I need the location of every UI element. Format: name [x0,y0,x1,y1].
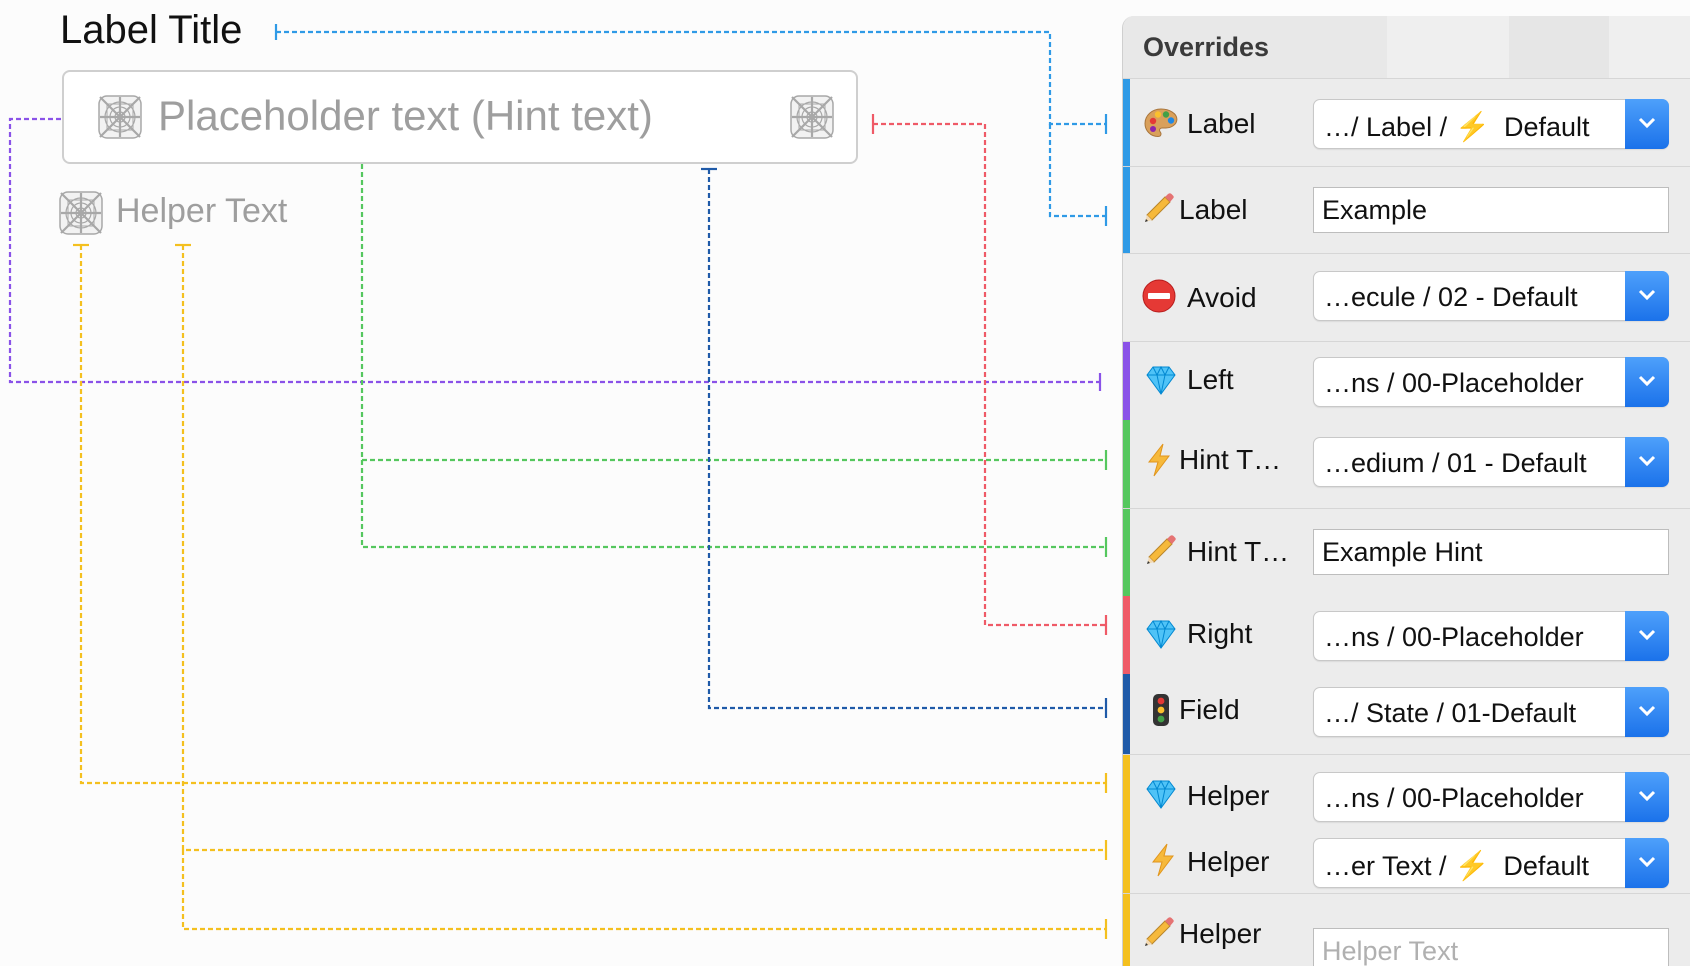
row-label: Hint T… [1179,444,1282,475]
pencil-icon [1141,190,1177,226]
connector-right-icon [873,122,1106,627]
bolt-icon: ⚡ [1454,850,1490,881]
overrides-panel: Overrides Label …/ Label / ⚡ Default Lab… [1122,16,1690,966]
helper-style-select[interactable]: …er Text / ⚡ Default [1313,838,1669,888]
label-style-select[interactable]: …/ Label / ⚡ Default [1313,99,1669,149]
avoid-select[interactable]: …ecule / 02 - Default [1313,271,1669,321]
chevron-down-icon[interactable] [1625,838,1669,888]
select-value: …ecule / 02 - Default [1324,282,1578,312]
chevron-down-icon[interactable] [1625,99,1669,149]
left-placeholder-icon [98,95,142,139]
label-title: Label Title [60,8,243,52]
connector-field-state [707,169,1106,710]
bolt-icon [1141,442,1177,478]
override-row-hint-text: Hint T… [1123,508,1690,596]
helper-icon-select[interactable]: …ns / 00-Placeholder [1313,772,1669,822]
gem-icon [1143,362,1179,398]
left-icon-select[interactable]: …ns / 00-Placeholder [1313,357,1669,407]
chevron-down-icon[interactable] [1625,611,1669,661]
text-field[interactable]: Placeholder text (Hint text) [62,70,858,164]
override-row-helper-style: Helper …er Text / ⚡ Default [1123,826,1690,893]
select-value: …ns / 00-Placeholder [1324,622,1584,652]
row-label: Field [1179,694,1240,725]
override-row-helper-text: Helper [1123,894,1690,966]
row-label: Avoid [1187,282,1257,313]
override-row-left-icon: Left …ns / 00-Placeholder [1123,342,1690,420]
select-value: …er Text / ⚡ Default [1324,850,1589,881]
connector-helper-style [181,245,1106,852]
no-entry-icon [1141,278,1177,314]
row-label: Helper [1179,918,1262,949]
select-value: …/ Label / ⚡ Default [1324,111,1590,142]
select-value: …ns / 00-Placeholder [1324,783,1584,813]
panel-header: Overrides [1123,16,1690,79]
select-value: …edium / 01 - Default [1324,448,1587,478]
placeholder-text: Placeholder text (Hint text) [158,92,653,139]
chevron-down-icon[interactable] [1625,687,1669,737]
helper-placeholder-icon [59,191,103,235]
connector-label-text [1048,124,1106,218]
right-placeholder-icon [790,95,834,139]
traffic-light-icon [1143,692,1179,728]
select-value: …/ State / 01-Default [1324,698,1577,728]
row-label: Label [1187,108,1256,139]
panel-title: Overrides [1143,32,1270,62]
connector-hint-style [360,148,1106,462]
chevron-down-icon[interactable] [1625,772,1669,822]
bolt-icon [1145,842,1181,878]
right-icon-select[interactable]: …ns / 00-Placeholder [1313,611,1669,661]
pencil-icon [1143,532,1179,568]
hint-text-input[interactable] [1313,529,1669,575]
chevron-down-icon[interactable] [1625,357,1669,407]
row-label: Right [1187,618,1253,649]
override-row-hint-style: Hint T… …edium / 01 - Default [1123,420,1690,508]
gem-icon [1143,616,1179,652]
row-label: Left [1187,364,1234,395]
row-label: Hint T… [1187,536,1290,567]
override-row-label-text: Label [1123,166,1690,252]
chevron-down-icon[interactable] [1625,437,1669,487]
row-label: Label [1179,194,1248,225]
helper-text: Helper Text [116,192,288,230]
override-row-right-icon: Right …ns / 00-Placeholder [1123,596,1690,674]
palette-icon [1143,106,1179,142]
row-label: Helper [1187,780,1270,811]
connector-hint-text [360,460,1106,549]
select-value: …ns / 00-Placeholder [1324,368,1584,398]
pencil-icon [1141,914,1177,950]
row-label: Helper [1187,846,1270,877]
connector-helper-text [181,850,1106,931]
override-row-helper-icon: Helper …ns / 00-Placeholder [1123,754,1690,826]
bolt-icon: ⚡ [1455,111,1490,142]
hint-style-select[interactable]: …edium / 01 - Default [1313,437,1669,487]
field-state-select[interactable]: …/ State / 01-Default [1313,687,1669,737]
gem-icon [1143,776,1179,812]
chevron-down-icon[interactable] [1625,271,1669,321]
helper-text-input[interactable] [1313,928,1669,966]
connector-helper-icon [79,245,1106,785]
override-row-avoid: Avoid …ecule / 02 - Default [1123,254,1690,340]
override-row-label-style: Label …/ Label / ⚡ Default [1123,86,1690,162]
label-text-input[interactable] [1313,187,1669,233]
override-row-field-state: Field …/ State / 01-Default [1123,674,1690,754]
